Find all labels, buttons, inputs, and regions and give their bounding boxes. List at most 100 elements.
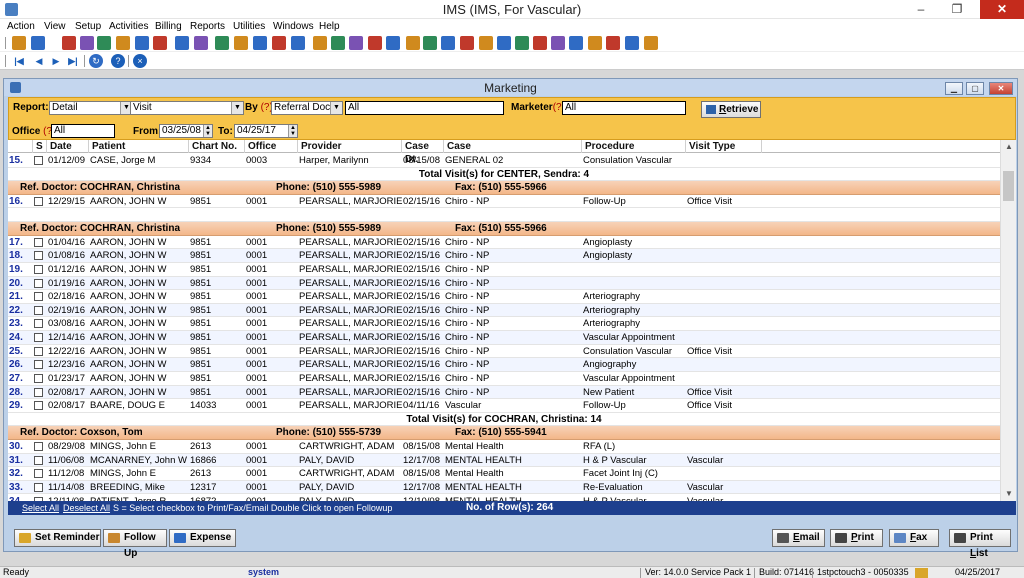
print-list-button[interactable]: Print List: [949, 529, 1011, 559]
scroll-thumb[interactable]: [1003, 171, 1014, 201]
toolbar-tool-icon-33[interactable]: [625, 36, 639, 50]
toolbar-tool-icon-28[interactable]: [533, 36, 547, 50]
table-row[interactable]: 20. 01/19/16 AARON, JOHN W 9851 0001 PEARSALL…: [8, 276, 1000, 291]
row-select-checkbox[interactable]: [34, 387, 43, 397]
window-maximize-button[interactable]: ▢: [966, 82, 984, 95]
toolbar-tool-icon-23[interactable]: [441, 36, 455, 50]
col-office[interactable]: Office: [245, 140, 298, 153]
menu-help[interactable]: Help: [319, 19, 340, 34]
menu-view[interactable]: View: [44, 19, 66, 34]
scroll-down-icon[interactable]: ▼: [1001, 487, 1017, 501]
follow-up-button[interactable]: Follow Up: [103, 529, 167, 559]
email-button[interactable]: Email: [772, 529, 825, 547]
table-row[interactable]: 27. 01/23/17 AARON, JOHN W 9851 0001 PEARSALL…: [8, 372, 1000, 386]
fax-button[interactable]: Fax: [889, 529, 939, 547]
toolbar-tool-icon-14[interactable]: [272, 36, 286, 50]
to-date-field[interactable]: 04/25/17 ▲ ▼: [234, 124, 298, 138]
col-provider[interactable]: Provider: [298, 140, 402, 153]
table-row[interactable]: 19. 01/12/16 AARON, JOHN W 9851 0001 PEARSALL…: [8, 263, 1000, 277]
toolbar-tool-icon-8[interactable]: [153, 36, 167, 50]
table-row[interactable]: 29. 02/08/17 BAARE, DOUG E 14033 0001 PEARSAL…: [8, 399, 1000, 413]
minimize-button[interactable]: –: [906, 0, 936, 19]
table-row[interactable]: 31. 11/06/08 MCANARNEY, John W 16866 0001 PAL…: [8, 453, 1000, 468]
row-select-checkbox[interactable]: [34, 373, 43, 383]
scroll-up-icon[interactable]: ▲: [1001, 140, 1017, 154]
row-select-checkbox[interactable]: [34, 196, 43, 206]
col-case[interactable]: Case: [444, 140, 582, 153]
toolbar-tool-icon-2[interactable]: [31, 36, 45, 50]
help-icon[interactable]: ?: [111, 54, 125, 68]
table-row[interactable]: 17. 01/04/16 AARON, JOHN W 9851 0001 PEARSALL…: [8, 236, 1000, 250]
print-button[interactable]: Print: [830, 529, 883, 547]
toolbar-tool-icon-10[interactable]: [194, 36, 208, 50]
row-select-checkbox[interactable]: [34, 156, 43, 165]
row-select-checkbox[interactable]: [34, 455, 43, 465]
table-row[interactable]: 24. 12/14/16 AARON, JOHN W 9851 0001 PEARSALL…: [8, 331, 1000, 345]
toolbar-tool-icon-6[interactable]: [116, 36, 130, 50]
report-select[interactable]: Detail ▼: [49, 101, 133, 115]
refresh-icon[interactable]: ↻: [89, 54, 103, 68]
first-record-icon[interactable]: |◀: [12, 54, 26, 68]
row-select-checkbox[interactable]: [34, 469, 43, 479]
expense-button[interactable]: Expense: [169, 529, 236, 547]
table-row[interactable]: 21. 02/18/16 AARON, JOHN W 9851 0001 PEARSALL…: [8, 290, 1000, 304]
menu-action[interactable]: Action: [7, 19, 35, 34]
table-row[interactable]: 18. 01/08/16 AARON, JOHN W 9851 0001 PEARSALL…: [8, 249, 1000, 263]
row-select-checkbox[interactable]: [34, 482, 43, 492]
from-date-field[interactable]: 03/25/08 ▲ ▼: [159, 124, 213, 138]
toolbar-tool-icon-1[interactable]: [12, 36, 26, 50]
by-select[interactable]: Referral Doctor ▼: [271, 101, 343, 115]
table-row[interactable]: 15. 01/12/09 CASE, Jorge M 9334 0003 Harper, …: [8, 154, 1000, 168]
row-select-checkbox[interactable]: [34, 442, 43, 452]
col-case-dt[interactable]: Case Dt.: [402, 140, 444, 165]
col-patient[interactable]: Patient: [89, 140, 189, 153]
toolbar-tool-icon-26[interactable]: [497, 36, 511, 50]
menu-utilities[interactable]: Utilities: [233, 19, 265, 34]
row-select-checkbox[interactable]: [34, 401, 43, 411]
menu-setup[interactable]: Setup: [75, 19, 101, 34]
row-select-checkbox[interactable]: [34, 278, 43, 288]
window-minimize-button[interactable]: ▁: [945, 82, 963, 95]
row-select-checkbox[interactable]: [34, 251, 43, 261]
row-select-checkbox[interactable]: [34, 346, 43, 356]
row-select-checkbox[interactable]: [34, 292, 43, 302]
toolbar-tool-icon-9[interactable]: [175, 36, 189, 50]
grid-scrollbar[interactable]: ▲ ▼: [1000, 140, 1016, 501]
restore-button[interactable]: ❐: [942, 0, 972, 19]
window-close-button[interactable]: ✕: [989, 82, 1013, 95]
toolbar-tool-icon-5[interactable]: [97, 36, 111, 50]
toolbar-tool-icon-27[interactable]: [515, 36, 529, 50]
toolbar-tool-icon-15[interactable]: [291, 36, 305, 50]
last-record-icon[interactable]: ▶|: [66, 54, 80, 68]
set-reminder-button[interactable]: Set Reminder: [14, 529, 101, 547]
table-row[interactable]: 22. 02/19/16 AARON, JOHN W 9851 0001 PEARSALL…: [8, 303, 1000, 318]
col-select[interactable]: S: [33, 140, 47, 153]
exit-icon[interactable]: ×: [133, 54, 147, 68]
toolbar-tool-icon-29[interactable]: [551, 36, 565, 50]
date-spinner-icon[interactable]: ▲ ▼: [203, 125, 212, 137]
toolbar-tool-icon-13[interactable]: [253, 36, 267, 50]
toolbar-tool-icon-31[interactable]: [588, 36, 602, 50]
table-row[interactable]: 28. 02/08/17 AARON, JOHN W 9851 0001 PEARSALL…: [8, 385, 1000, 400]
toolbar-tool-icon-22[interactable]: [423, 36, 437, 50]
toolbar-tool-icon-24[interactable]: [460, 36, 474, 50]
col-chart-no[interactable]: Chart No.: [189, 140, 245, 153]
office-input[interactable]: All: [51, 124, 115, 138]
col-procedure[interactable]: Procedure: [582, 140, 686, 153]
toolbar-tool-icon-20[interactable]: [386, 36, 400, 50]
previous-record-icon[interactable]: ◀: [32, 54, 46, 68]
toolbar-tool-icon-4[interactable]: [80, 36, 94, 50]
toolbar-tool-icon-12[interactable]: [234, 36, 248, 50]
table-row[interactable]: 33. 11/14/08 BREEDING, Mike 12317 0001 PALY, …: [8, 480, 1000, 495]
toolbar-tool-icon-34[interactable]: [644, 36, 658, 50]
menu-billing[interactable]: Billing: [155, 19, 182, 34]
col-visit-type[interactable]: Visit Type: [686, 140, 762, 153]
toolbar-tool-icon-16[interactable]: [313, 36, 327, 50]
table-row[interactable]: 25. 12/22/16 AARON, JOHN W 9851 0001 PEARSALL…: [8, 345, 1000, 359]
row-select-checkbox[interactable]: [34, 333, 43, 343]
marketer-input[interactable]: All: [562, 101, 686, 115]
date-spinner-icon[interactable]: ▲ ▼: [288, 125, 297, 137]
row-select-checkbox[interactable]: [34, 319, 43, 329]
toolbar-tool-icon-32[interactable]: [606, 36, 620, 50]
row-select-checkbox[interactable]: [34, 360, 43, 370]
